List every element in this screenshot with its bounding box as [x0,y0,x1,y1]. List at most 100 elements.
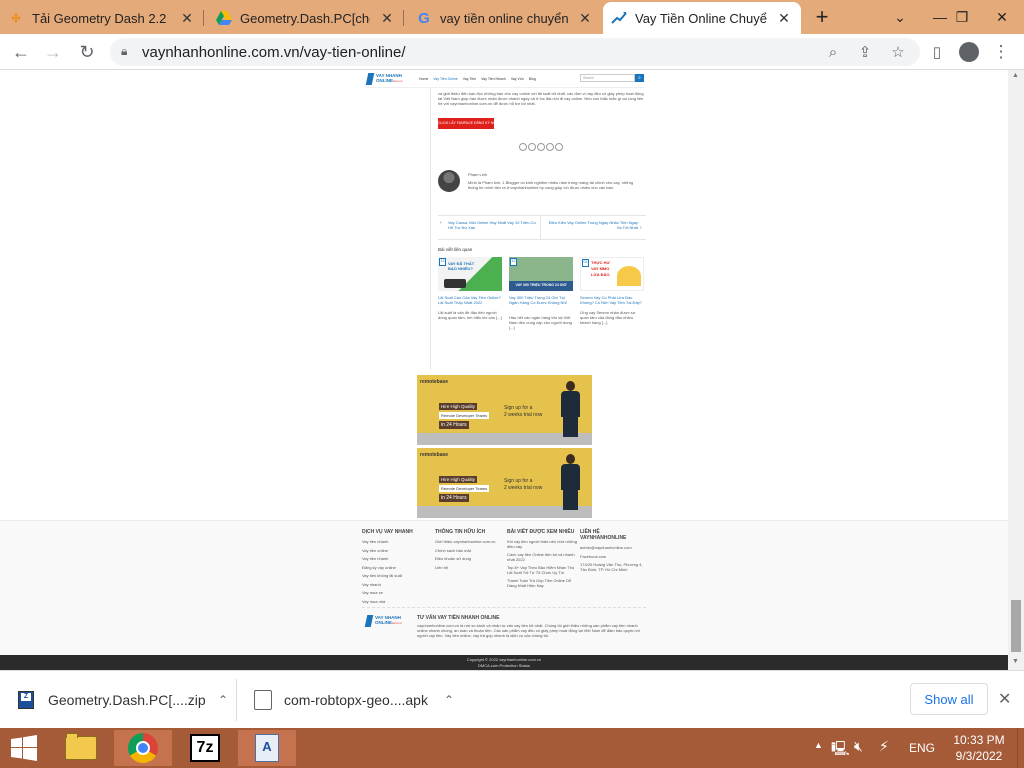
footer-link[interactable]: Vay mua nhà [362,599,432,604]
scroll-up-arrow-icon[interactable]: ▲ [1012,72,1019,79]
nav-item-vay-von[interactable]: Vay Vốn [511,77,524,81]
ad-right-1: Sign up for a [504,478,533,484]
volume-muted-icon[interactable]: 🔇︎ [854,738,863,755]
footer-link[interactable]: Vay nhanh [362,582,432,587]
close-tab-icon[interactable]: ✕ [178,9,196,27]
cta-fanpage-button[interactable]: CLICK LẤY FANPAGE ĐĂNG KÝ NGAY [438,118,494,129]
download-item-zip[interactable]: Z Geometry.Dash.PC[....zip ⌃ [18,681,228,719]
related-title-2[interactable]: Vay 300 Triệu Trong 24 Giờ Tại Ngân Hàng… [509,295,573,313]
related-title-1[interactable]: Lãi Suất Cao Của Vay Tiền Online? Lãi Su… [438,295,502,307]
chevron-up-icon[interactable]: ⌃ [444,693,454,707]
new-tab-button[interactable]: + [804,0,840,34]
footer-heading: BÀI VIẾT ĐƯỢC XEM NHIỀU [507,529,575,535]
footer-link[interactable]: Giới thiệu vaynhanhonline.com.vn [435,539,503,544]
side-panel-icon[interactable]: ▯ [924,39,950,65]
related-image-3[interactable]: 03 THỰC HƯ VAY MMO LỪA ĐẢO [580,257,644,291]
email-share-icon[interactable] [555,143,563,151]
footer-link[interactable]: Vay tiền nhanh [362,539,432,544]
close-window-button[interactable]: ✕ [980,0,1024,34]
nav-item-vay-tien-online[interactable]: Vay Tiền Online [433,77,457,81]
show-hidden-icons-icon[interactable]: ▲ [814,740,823,750]
start-button[interactable] [0,730,48,766]
menu-kebab-icon[interactable]: ⋮ [988,39,1014,65]
chevron-up-icon[interactable]: ⌃ [218,693,228,707]
chrome-taskbar-button[interactable] [114,730,172,766]
footer-link[interactable]: Cách vay tiền Online tiện lợi và nhanh n… [507,552,577,562]
footer-link[interactable]: Thanh Toán Trả Góp Tiền Online Dễ Dàng N… [507,578,577,588]
bookmark-star-icon[interactable]: ☆ [885,39,911,65]
image-caption: THỰC HƯ VAY MMO LỪA ĐẢO [591,260,610,277]
site-logo[interactable]: VAY NHANH ONLINE .com.vn [365,73,413,87]
tab-geometry-dash-pc[interactable]: Geometry.Dash.PC[choig ✕ [208,2,404,34]
show-desktop-button[interactable] [1017,728,1024,768]
scrollbar-thumb[interactable] [1011,600,1021,652]
7zip-taskbar-button[interactable]: 7z [176,730,234,766]
footer-link[interactable]: Vay tiền không lãi suất [362,573,432,578]
network-icon[interactable]: 🖳︎ [831,738,850,762]
language-indicator[interactable]: ENG [909,741,935,755]
footer-link[interactable]: Đăng ký vay online [362,565,432,570]
back-button[interactable]: ← [8,39,34,65]
profile-avatar-icon[interactable] [956,39,982,65]
footer-link[interactable]: Khi vay tiền người thân nên nhớ những đi… [507,539,577,549]
footer-facebook[interactable]: Facebook.com [580,554,646,559]
share-icon[interactable]: ⇪ [852,39,878,65]
prev-post-title: Vay Cassa, Mid Online Hay Nhất Vay 10 Tr… [448,220,536,230]
pinterest-share-icon[interactable] [537,143,545,151]
footer-link[interactable]: Điều khoản sử dụng [435,556,503,561]
zoom-icon[interactable]: ⌕ [820,39,846,65]
footer-link[interactable]: Chính sách bảo mật [435,548,503,553]
related-image-1[interactable]: 12 VAY ĐÃ THẤT BẠO NHIÊU? [438,257,502,291]
ad-banner-2[interactable]: remotebase Hire High Quality Remote Deve… [417,448,592,518]
site-search-input[interactable]: Search [580,74,635,82]
tab-geometry-dash-download[interactable]: ✣ Tải Geometry Dash 2.2 C ✕ [0,2,204,34]
linkedin-share-icon[interactable] [546,143,554,151]
scroll-down-arrow-icon[interactable]: ▼ [1012,658,1019,665]
nav-item-home[interactable]: Home [419,77,428,81]
next-post-link[interactable]: Điều Kiện Vay Online Trong Ngày Nhận Tiề… [544,216,646,240]
footer-email[interactable]: admin@vaynhanhonline.com [580,545,646,550]
lock-icon[interactable]: 🔒︎ [121,44,127,59]
footer-link[interactable]: Vay mua xe [362,590,432,595]
next-post-title: Điều Kiện Vay Online Trong Ngày Nhận Tiề… [548,220,638,230]
footer-link[interactable]: Top 8+ Vay Theo Bảo Hiểm Nhân Thọ Lãi Su… [507,565,577,575]
footer-link[interactable]: Vay tiền nhanh [362,556,432,561]
forward-button[interactable]: → [40,39,66,65]
page-viewport: VAY NHANH ONLINE .com.vn Home Vay Tiền O… [0,70,1008,670]
chevron-down-icon[interactable]: ⌄ [882,0,918,34]
close-tab-icon[interactable]: ✕ [576,9,594,27]
nav-item-blog[interactable]: Blog [529,77,536,81]
related-image-2[interactable]: 12 VAY 300 TRIỆU TRONG 24 GIỜ [509,257,573,291]
clock-time[interactable]: 10:33 PM [949,733,1009,747]
close-tab-icon[interactable]: ✕ [775,9,793,27]
restore-button[interactable]: ❐ [944,0,980,34]
search-icon: ⌕ [638,75,641,81]
footer-link[interactable]: Liên hệ [435,565,503,570]
nav-item-vay-tien[interactable]: Vay Tiền [463,77,476,81]
battery-icon[interactable]: ⚡︎ [879,738,889,755]
facebook-share-icon[interactable] [519,143,527,151]
tab-vay-tien-online[interactable]: Vay Tiền Online Chuyển K ✕ [603,2,801,34]
logo-domain: .com.vn [391,621,402,625]
prev-post-link[interactable]: ‹ Vay Cassa, Mid Online Hay Nhất Vay 10 … [438,216,541,240]
twitter-share-icon[interactable] [528,143,536,151]
page-scrollbar[interactable]: ▲ ▼ [1008,70,1024,670]
footer-logo[interactable]: VAY NHANH ONLINE .com.vn [364,615,410,629]
download-item-apk[interactable]: com-robtopx-geo....apk ⌃ [254,681,454,719]
site-search-button[interactable]: ⌕ [635,74,644,82]
address-bar[interactable]: 🔒︎ vaynhanhonline.com.vn/vay-tien-online… [110,38,920,66]
clock-date[interactable]: 9/3/2022 [949,749,1009,763]
show-all-button[interactable]: Show all [910,683,988,715]
nav-item-vay-tien-nhanh[interactable]: Vay Tiền Nhanh [481,77,506,81]
file-explorer-taskbar-button[interactable] [52,730,110,766]
wordpad-taskbar-button[interactable]: A [238,730,296,766]
close-tab-icon[interactable]: ✕ [378,9,396,27]
ad-banner-1[interactable]: remotebase Hire High Quality Remote Deve… [417,375,592,445]
related-title-3[interactable]: Senmo Vay Có Phải Lừa Đảo Không? Có Nên … [580,295,644,307]
reload-button[interactable]: ↻ [74,39,100,65]
close-shelf-icon[interactable]: ✕ [998,689,1011,709]
author-name[interactable]: Phạm Linh [468,172,487,177]
dmca-badge[interactable]: DMCA.com Protection Status [0,663,1008,668]
tab-google-search[interactable]: G vay tiền online chuyển kh ✕ [408,2,602,34]
footer-link[interactable]: Vay tiền online [362,548,432,553]
